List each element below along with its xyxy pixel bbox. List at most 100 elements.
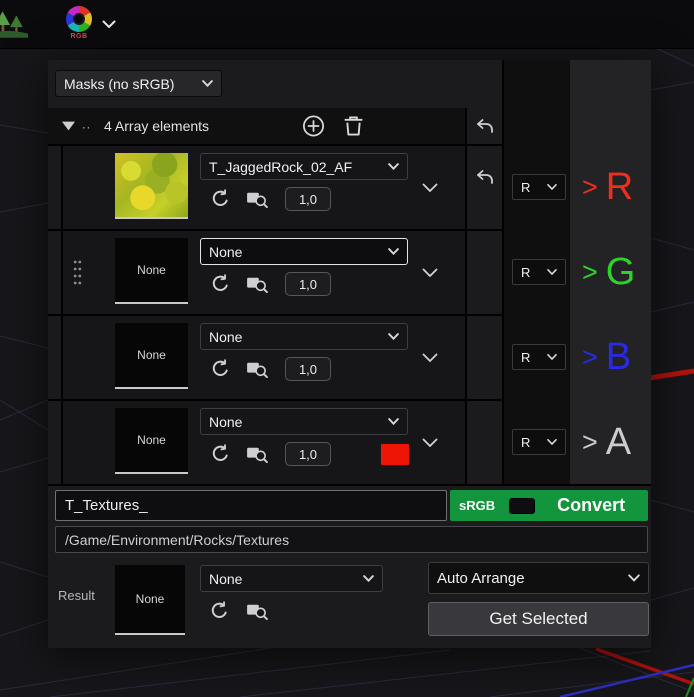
result-thumbnail[interactable]: None — [115, 565, 185, 635]
channel-select-dropdown[interactable]: R — [512, 259, 566, 285]
row-left-gutter — [48, 146, 63, 229]
channel-value: R — [521, 264, 531, 280]
channel-value: R — [521, 349, 531, 365]
chevron-down-icon — [363, 575, 374, 582]
collapse-arrow-icon[interactable] — [60, 120, 77, 133]
rgb-icon-label: RGB — [70, 33, 88, 40]
circular-arrow-icon — [212, 359, 228, 376]
browse-to-asset-button[interactable] — [246, 275, 268, 293]
top-toolbar: RGB — [0, 0, 694, 49]
expand-row-chevron[interactable] — [422, 183, 438, 192]
color-swatch[interactable] — [380, 443, 410, 466]
texture-asset-dropdown[interactable]: None — [200, 408, 408, 435]
row-reset-gutter — [465, 401, 502, 484]
browse-to-asset-button[interactable] — [246, 602, 268, 620]
weight-value-field[interactable]: 1,0 — [285, 442, 331, 466]
thumbnail-label: None — [137, 263, 166, 277]
chevron-down-icon — [202, 80, 213, 87]
use-selected-asset-button[interactable] — [211, 444, 230, 463]
chevron-down-icon — [388, 163, 399, 170]
reset-to-default-button[interactable] — [476, 119, 494, 133]
row-reset-gutter — [465, 146, 502, 229]
arrow-glyph: > — [582, 171, 598, 202]
result-label: Result — [58, 588, 95, 603]
channel-letter: R — [605, 166, 634, 208]
expand-row-chevron[interactable] — [422, 438, 438, 447]
browse-to-asset-button[interactable] — [246, 190, 268, 208]
channel-letter: A — [605, 421, 632, 463]
auto-arrange-dropdown[interactable]: Auto Arrange — [428, 562, 649, 594]
chevron-down-icon — [388, 248, 399, 255]
use-selected-asset-button[interactable] — [211, 189, 230, 208]
srgb-toggle[interactable] — [509, 497, 536, 514]
texture-asset-dropdown[interactable]: None — [200, 238, 408, 265]
channel-packer-dialog: Masks (no sRGB) .. 4 Array elements T_Ja… — [48, 60, 651, 648]
get-selected-button[interactable]: Get Selected — [428, 602, 649, 636]
array-element-row: None None 1,0 — [48, 401, 502, 484]
browse-magnifier-icon — [247, 277, 268, 293]
reset-to-default-button[interactable] — [476, 170, 494, 184]
circular-arrow-icon — [212, 189, 228, 206]
use-selected-asset-button[interactable] — [210, 601, 229, 620]
use-selected-asset-button[interactable] — [211, 274, 230, 293]
output-channel-g: > G — [582, 250, 635, 294]
use-selected-asset-button[interactable] — [211, 359, 230, 378]
texture-thumbnail[interactable]: None — [115, 323, 188, 389]
browse-magnifier-icon — [247, 604, 268, 620]
circular-arrow-icon — [211, 601, 227, 618]
trash-icon — [344, 116, 363, 136]
texture-asset-dropdown[interactable]: T_JaggedRock_02_AF — [200, 153, 408, 180]
chevron-down-icon — [628, 574, 640, 582]
channel-select-dropdown[interactable]: R — [512, 344, 566, 370]
channel-select-column: R R R R — [502, 60, 570, 484]
browse-magnifier-icon — [247, 192, 268, 208]
header-grip: .. — [82, 116, 92, 132]
drag-handle[interactable] — [73, 259, 82, 287]
add-array-element-button[interactable] — [302, 115, 325, 138]
browse-to-asset-button[interactable] — [246, 445, 268, 463]
browse-magnifier-icon — [247, 362, 268, 378]
channel-select-dropdown[interactable]: R — [512, 429, 566, 455]
convert-button[interactable]: Convert — [557, 495, 625, 516]
weight-value-field[interactable]: 1,0 — [285, 357, 331, 381]
output-path-input[interactable] — [55, 526, 648, 553]
plus-circle-icon — [302, 115, 325, 137]
texture-asset-dropdown[interactable]: None — [200, 323, 408, 350]
chevron-down-icon[interactable] — [100, 18, 118, 31]
array-rows: T_JaggedRock_02_AF 1,0 None None 1,0 Non… — [48, 146, 502, 484]
output-channel-r: > R — [582, 165, 633, 209]
output-section: sRGB Convert Result None None — [48, 484, 651, 648]
result-asset-dropdown[interactable]: None — [200, 565, 383, 592]
unreal-editor-screen: RGB Masks (no sRGB) .. 4 Array elements — [0, 0, 694, 697]
rgb-color-tool-button[interactable]: RGB — [64, 6, 94, 40]
channel-letter: B — [605, 336, 632, 378]
red-axis-line-bottom — [595, 647, 694, 686]
browse-to-asset-button[interactable] — [246, 360, 268, 378]
array-element-row: T_JaggedRock_02_AF 1,0 — [48, 146, 502, 231]
texture-thumbnail[interactable] — [115, 153, 188, 219]
texture-name-input[interactable] — [55, 490, 447, 521]
rgb-wheel-icon — [66, 6, 92, 32]
weight-value-field[interactable]: 1,0 — [285, 187, 331, 211]
masks-mode-dropdown[interactable]: Masks (no sRGB) — [55, 70, 222, 97]
chevron-down-icon — [547, 184, 557, 190]
header-reset-gutter — [465, 108, 502, 144]
channel-value: R — [521, 179, 531, 195]
texture-thumbnail[interactable]: None — [115, 408, 188, 474]
output-channel-a: > A — [582, 420, 631, 464]
delete-array-elements-button[interactable] — [344, 116, 363, 137]
expand-row-chevron[interactable] — [422, 353, 438, 362]
chevron-down-icon — [388, 333, 399, 340]
channel-select-dropdown[interactable]: R — [512, 174, 566, 200]
texture-thumbnail[interactable]: None — [115, 238, 188, 304]
output-channel-b: > B — [582, 335, 631, 379]
chevron-down-icon — [388, 418, 399, 425]
arrow-glyph: > — [582, 426, 598, 457]
texture-asset-name: T_JaggedRock_02_AF — [209, 158, 353, 175]
expand-row-chevron[interactable] — [422, 268, 438, 277]
row-left-gutter — [48, 401, 63, 484]
landscape-trees-icon[interactable] — [0, 8, 28, 42]
arrow-glyph: > — [582, 341, 598, 372]
blue-axis-line — [559, 663, 694, 697]
weight-value-field[interactable]: 1,0 — [285, 272, 331, 296]
